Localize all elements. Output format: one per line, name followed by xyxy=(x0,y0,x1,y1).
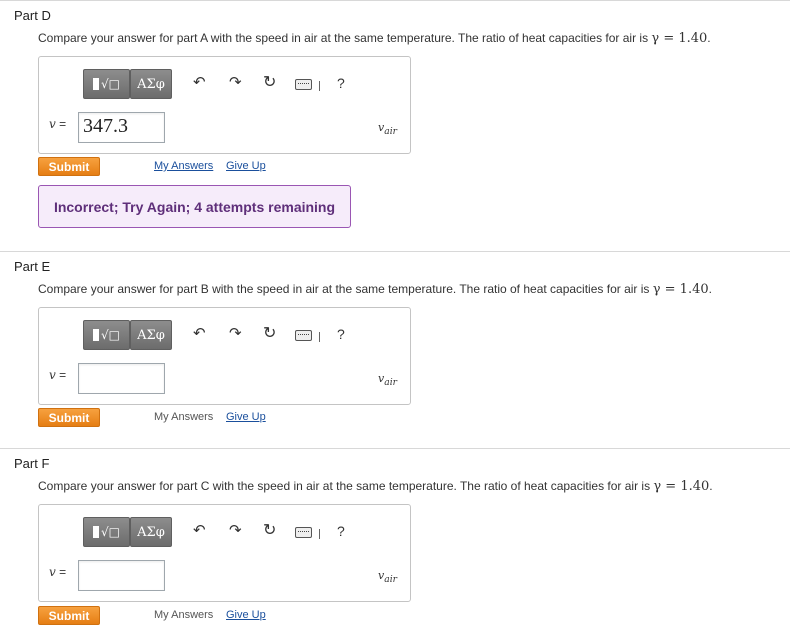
reset-icon[interactable]: ↻ xyxy=(263,325,276,341)
keyboard-icon[interactable] xyxy=(295,330,312,341)
feedback-message: Incorrect; Try Again; 4 attempts remaini… xyxy=(38,185,351,228)
part-divider xyxy=(0,448,790,449)
submit-button[interactable]: Submit xyxy=(38,157,100,176)
answer-input[interactable]: 347.3 xyxy=(78,112,165,143)
toolbar-separator xyxy=(319,529,320,539)
help-icon[interactable]: ? xyxy=(337,327,345,341)
toolbar-separator xyxy=(319,332,320,342)
templates-button[interactable]: √□ xyxy=(83,69,130,99)
answer-input[interactable] xyxy=(78,363,165,394)
answer-panel: √□ ΑΣφ ↶ ↷ ↻ ? v = vair xyxy=(38,307,411,405)
part-title: Part E xyxy=(14,259,51,274)
template-square-icon xyxy=(93,78,99,90)
undo-icon[interactable]: ↶ xyxy=(193,75,206,90)
templates-button[interactable]: √□ xyxy=(83,517,130,547)
submit-button[interactable]: Submit xyxy=(38,606,100,625)
variable-label: v = xyxy=(49,117,67,131)
give-up-link[interactable]: Give Up xyxy=(226,411,266,423)
keyboard-icon[interactable] xyxy=(295,527,312,538)
my-answers-link[interactable]: My Answers xyxy=(154,160,213,172)
my-answers-link: My Answers xyxy=(154,411,214,423)
give-up-link[interactable]: Give Up xyxy=(226,609,266,621)
answer-input[interactable] xyxy=(78,560,165,591)
gamma-expression: γ = 1.40 xyxy=(653,479,710,494)
redo-icon[interactable]: ↷ xyxy=(229,523,242,538)
part-f: Part F Compare your answer for part C wi… xyxy=(0,448,790,637)
variable-label: v = xyxy=(49,565,67,579)
unit-label: vair xyxy=(378,569,397,586)
greek-symbols-button[interactable]: ΑΣφ xyxy=(130,320,172,350)
help-icon[interactable]: ? xyxy=(337,76,345,90)
greek-symbols-button[interactable]: ΑΣφ xyxy=(130,517,172,547)
part-title: Part F xyxy=(14,456,50,471)
my-answers-link: My Answers xyxy=(154,609,214,621)
gamma-expression: γ = 1.40 xyxy=(652,282,709,297)
reset-icon[interactable]: ↻ xyxy=(263,74,276,90)
variable-label: v = xyxy=(49,368,67,382)
submit-button[interactable]: Submit xyxy=(38,408,100,427)
undo-icon[interactable]: ↶ xyxy=(193,326,206,341)
question-text: Compare your answer for part C with the … xyxy=(38,479,713,494)
answer-panel: √□ ΑΣφ ↶ ↷ ↻ ? v = vair xyxy=(38,504,411,602)
root-template-icon: √□ xyxy=(101,77,120,91)
redo-icon[interactable]: ↷ xyxy=(229,75,242,90)
unit-label: vair xyxy=(378,121,397,138)
part-e: Part E Compare your answer for part B wi… xyxy=(0,251,790,447)
unit-label: vair xyxy=(378,372,397,389)
toolbar-separator xyxy=(319,81,320,91)
redo-icon[interactable]: ↷ xyxy=(229,326,242,341)
question-text: Compare your answer for part B with the … xyxy=(38,282,712,297)
templates-button[interactable]: √□ xyxy=(83,320,130,350)
undo-icon[interactable]: ↶ xyxy=(193,523,206,538)
keyboard-icon[interactable] xyxy=(295,79,312,90)
template-square-icon xyxy=(93,329,99,341)
part-divider xyxy=(0,0,790,1)
answer-panel: √□ ΑΣφ ↶ ↷ ↻ ? v = 347.3 vair xyxy=(38,56,411,154)
give-up-link[interactable]: Give Up xyxy=(226,160,266,172)
help-icon[interactable]: ? xyxy=(337,524,345,538)
part-title: Part D xyxy=(14,8,51,23)
question-text: Compare your answer for part A with the … xyxy=(38,31,711,46)
reset-icon[interactable]: ↻ xyxy=(263,522,276,538)
root-template-icon: √□ xyxy=(101,328,120,342)
part-d: Part D Compare your answer for part A wi… xyxy=(0,0,790,250)
root-template-icon: √□ xyxy=(101,525,120,539)
template-square-icon xyxy=(93,526,99,538)
part-divider xyxy=(0,251,790,252)
greek-symbols-button[interactable]: ΑΣφ xyxy=(130,69,172,99)
gamma-expression: γ = 1.40 xyxy=(651,31,708,46)
